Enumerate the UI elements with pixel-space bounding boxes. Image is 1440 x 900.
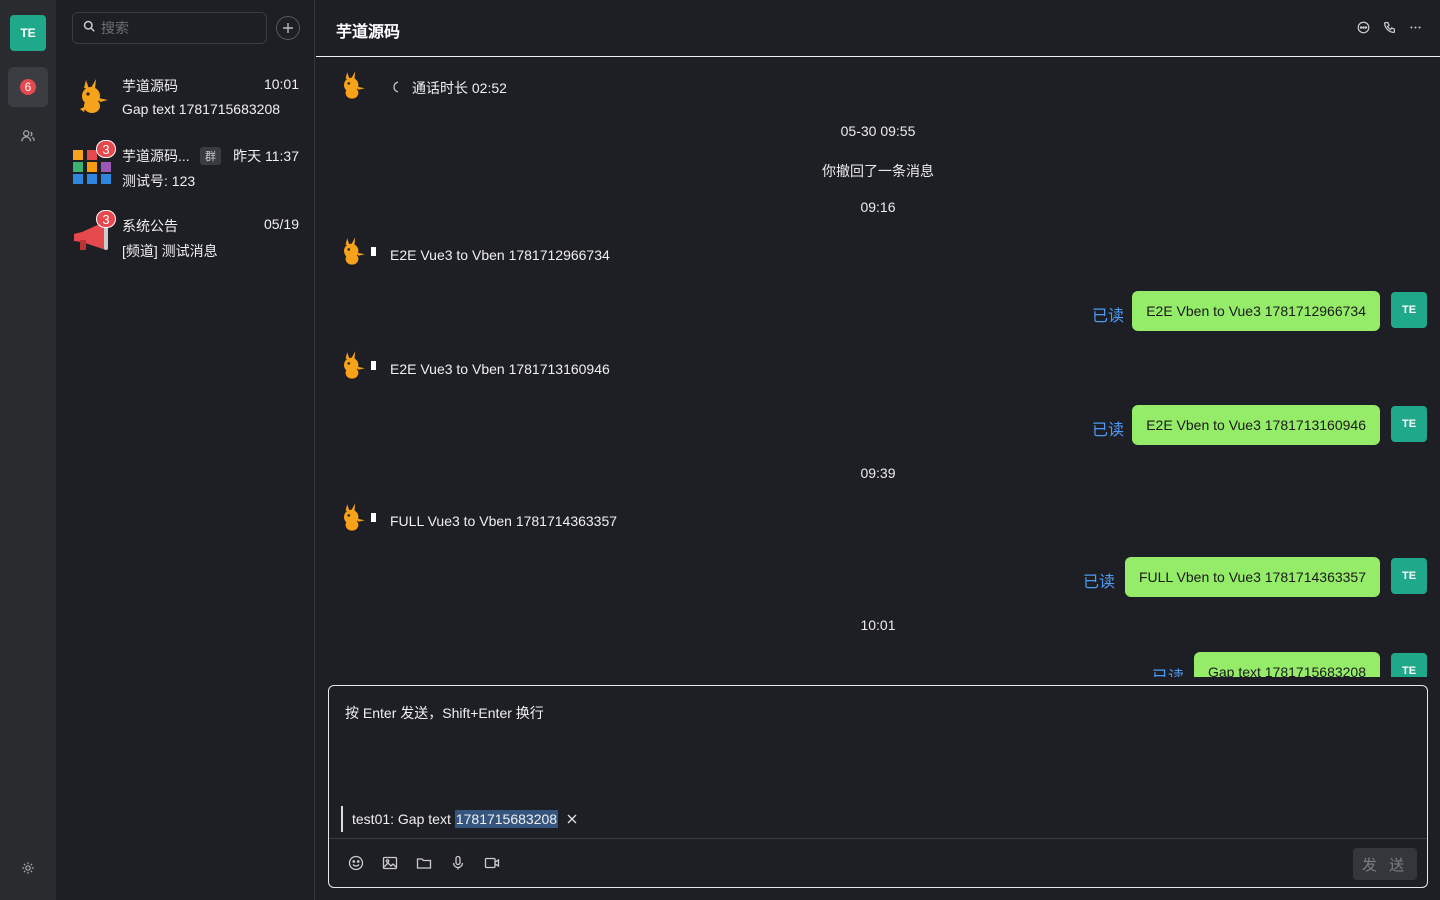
send-button[interactable]: 发 送 [1353, 848, 1417, 880]
self-avatar[interactable]: TE [1391, 292, 1427, 328]
time-divider: 09:39 [860, 465, 896, 481]
self-message-bubble[interactable]: Gap text 1781715683208 [1193, 652, 1380, 677]
session-badge: 3 [96, 210, 116, 228]
chat-header: 芋道源码 [316, 0, 1440, 57]
session-time: 昨天 11:37 [233, 148, 299, 164]
session-badge: 3 [96, 140, 116, 158]
self-message-bubble[interactable]: E2E Vben to Vue3 1781712966734 [1132, 291, 1380, 331]
message-icon[interactable] [1356, 20, 1370, 34]
session-preview: 测试号: 123 [122, 173, 196, 189]
session-time: 05/19 [263, 216, 299, 232]
search-input[interactable] [101, 20, 251, 36]
settings-icon[interactable] [18, 858, 38, 878]
message-input[interactable]: 按 Enter 发送，Shift+Enter 换行 [345, 703, 544, 723]
time-divider: 10:01 [860, 617, 896, 633]
search-box[interactable] [72, 12, 267, 44]
folder-icon[interactable] [415, 854, 433, 872]
peer-indicator [371, 513, 376, 522]
emoji-icon[interactable] [347, 854, 365, 872]
read-status: 已读 [1091, 308, 1124, 325]
close-icon[interactable] [566, 813, 578, 825]
session-name: 芋道源码... [122, 148, 190, 164]
session-item-group[interactable]: 3 芋道源码... 群 昨天 11:37 测试号: 123 [56, 136, 315, 206]
microphone-icon[interactable] [449, 854, 467, 872]
session-preview: [频道] 测试消息 [122, 243, 218, 259]
session-item-yudao[interactable]: 芋道源码 10:01 Gap text 1781715683208 [56, 66, 315, 136]
peer-avatar[interactable] [336, 501, 368, 533]
image-icon[interactable] [381, 854, 399, 872]
user-avatar[interactable]: TE [10, 15, 46, 51]
video-icon[interactable] [483, 854, 501, 872]
self-message-bubble[interactable]: E2E Vben to Vue3 1781713160946 [1132, 405, 1380, 445]
peer-avatar[interactable] [336, 349, 368, 381]
read-status: 已读 [1082, 574, 1115, 591]
self-message-bubble[interactable]: FULL Vben to Vue3 1781714363357 [1124, 557, 1380, 597]
quote-text: test01: Gap text [352, 811, 451, 827]
peer-avatar[interactable] [336, 69, 368, 101]
quote-reply: test01: Gap text 1781715683208 [341, 806, 578, 832]
peer-avatar[interactable] [336, 235, 368, 267]
peer-indicator [371, 361, 376, 370]
read-status: 已读 [1152, 663, 1184, 677]
peer-indicator [371, 247, 376, 256]
self-avatar[interactable]: TE [1391, 558, 1427, 594]
session-name: 系统公告 [122, 218, 178, 234]
message-composer[interactable]: 按 Enter 发送，Shift+Enter 换行 test01: Gap te… [328, 685, 1428, 888]
call-duration: 通话时长 02:52 [412, 80, 507, 96]
peer-message-text: E2E Vue3 to Vben 1781712966734 [390, 247, 610, 263]
chat-panel: 芋道源码 通话时长 02:52 05-30 09:55 你撤回了一条消息 09:… [316, 0, 1440, 900]
chat-title: 芋道源码 [336, 24, 401, 41]
self-avatar[interactable]: TE [1391, 653, 1427, 677]
quote-selected-text: 1781715683208 [454, 810, 559, 828]
mascot-icon [80, 79, 108, 113]
peer-message-text: E2E Vue3 to Vben 1781713160946 [390, 361, 610, 377]
search-icon [83, 19, 95, 37]
peer-message-text: FULL Vue3 to Vben 1781714363357 [390, 513, 618, 529]
call-icon [392, 80, 402, 98]
add-button[interactable] [276, 16, 300, 40]
session-avatar [72, 76, 112, 116]
group-tag: 群 [200, 147, 221, 165]
phone-icon[interactable] [1382, 20, 1396, 34]
divider [329, 838, 1427, 839]
session-preview: Gap text 1781715683208 [122, 101, 281, 117]
time-divider: 05-30 09:55 [840, 123, 916, 139]
session-time: 10:01 [263, 76, 299, 92]
time-divider: 09:16 [860, 199, 896, 215]
session-item-announcement[interactable]: 3 系统公告 05/19 [频道] 测试消息 [56, 206, 315, 276]
unread-badge: 6 [18, 77, 38, 97]
contacts-icon[interactable] [18, 126, 38, 146]
session-name: 芋道源码 [122, 78, 178, 94]
read-status: 已读 [1091, 422, 1124, 439]
more-icon[interactable] [1408, 20, 1422, 34]
self-avatar[interactable]: TE [1391, 406, 1427, 442]
nav-chat-button[interactable]: 6 [8, 67, 48, 107]
message-list[interactable]: 通话时长 02:52 05-30 09:55 你撤回了一条消息 09:16 E2… [316, 57, 1440, 677]
nav-rail: TE 6 [0, 0, 56, 900]
session-list: 芋道源码 10:01 Gap text 1781715683208 3 芋道源码… [56, 0, 315, 900]
recall-notice: 你撤回了一条消息 [822, 163, 934, 179]
